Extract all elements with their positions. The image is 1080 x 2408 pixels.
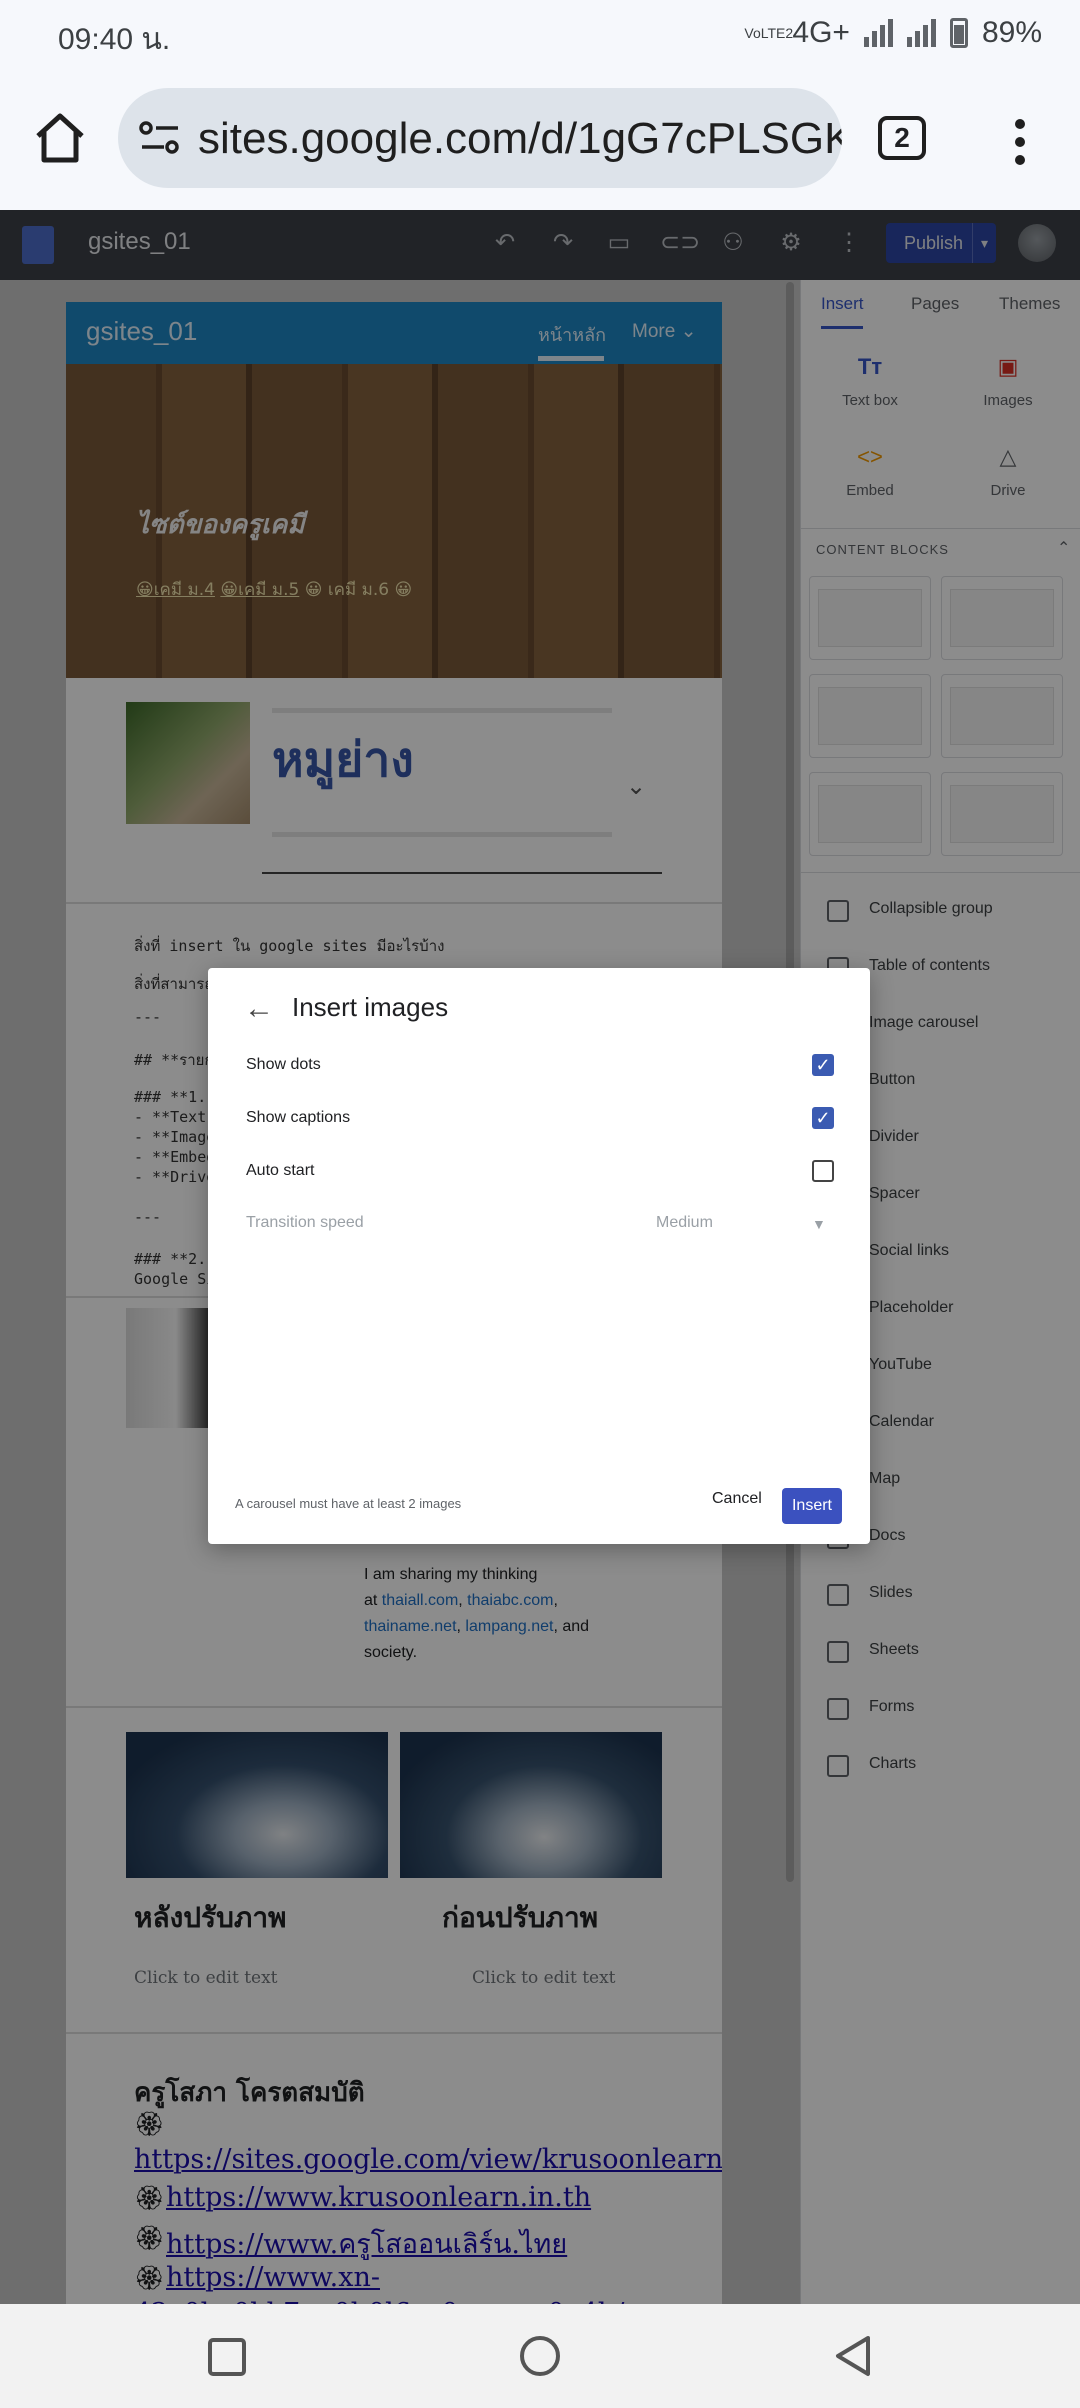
network-label: 4G+ bbox=[792, 16, 850, 49]
back-icon[interactable] bbox=[830, 2332, 874, 2380]
back-arrow-icon[interactable]: ← bbox=[244, 992, 274, 1026]
status-time: 09:40 น. bbox=[58, 23, 171, 56]
show-captions-label: Show captions bbox=[246, 1109, 351, 1126]
dropdown-arrow-icon[interactable]: ▼ bbox=[812, 1216, 826, 1232]
system-nav-bar bbox=[0, 2304, 1080, 2408]
volte-label: VoLTE2 bbox=[744, 25, 794, 41]
recent-apps-icon[interactable] bbox=[208, 2338, 246, 2376]
signal-icon-2 bbox=[906, 19, 936, 47]
site-settings-icon[interactable] bbox=[138, 118, 182, 158]
auto-start-checkbox[interactable] bbox=[812, 1160, 834, 1182]
battery-level: 89% bbox=[981, 16, 1042, 49]
transition-speed-label: Transition speed bbox=[246, 1214, 364, 1231]
show-dots-checkbox[interactable]: ✓ bbox=[812, 1054, 834, 1076]
home-icon[interactable] bbox=[30, 108, 90, 168]
insert-images-dialog: ← Insert images Show dots ✓ Show caption… bbox=[208, 968, 870, 1544]
url-text: sites.google.com/d/1gG7cPLSGK bbox=[198, 114, 842, 163]
insert-button[interactable]: Insert bbox=[782, 1488, 842, 1524]
show-captions-checkbox[interactable]: ✓ bbox=[812, 1107, 834, 1129]
battery-icon bbox=[949, 18, 968, 48]
signal-icon bbox=[863, 19, 893, 47]
auto-start-label: Auto start bbox=[246, 1162, 315, 1179]
dialog-note: A carousel must have at least 2 images bbox=[235, 1496, 462, 1511]
transition-speed-select[interactable]: Medium bbox=[656, 1214, 713, 1232]
cancel-button[interactable]: Cancel bbox=[712, 1490, 762, 1508]
status-bar: 09:40 น. VoLTE2 4G+ 89% bbox=[0, 0, 1080, 70]
tab-switcher-button[interactable]: 2 bbox=[878, 116, 926, 160]
show-dots-label: Show dots bbox=[246, 1056, 321, 1073]
dialog-title: Insert images bbox=[292, 992, 449, 1022]
home-circle-icon[interactable] bbox=[520, 2336, 560, 2376]
browser-menu-icon[interactable] bbox=[1012, 118, 1028, 166]
status-icons: VoLTE2 4G+ 89% bbox=[744, 16, 1042, 50]
url-bar[interactable]: sites.google.com/d/1gG7cPLSGK bbox=[118, 88, 842, 188]
browser-toolbar: sites.google.com/d/1gG7cPLSGK 2 bbox=[0, 70, 1080, 210]
